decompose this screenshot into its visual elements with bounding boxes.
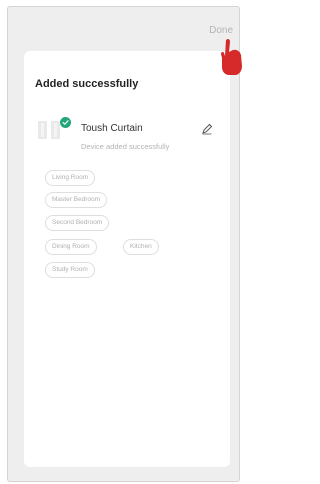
curtain-icon bbox=[38, 121, 60, 139]
phone-frame: Done Added successfully Toush Curtain De… bbox=[0, 0, 244, 484]
room-chip-master-bedroom[interactable]: Master Bedroom bbox=[45, 192, 108, 208]
pencil-icon[interactable] bbox=[199, 121, 215, 137]
app-screen: Done Added successfully Toush Curtain De… bbox=[7, 6, 240, 482]
success-card: Added successfully Toush Curtain Device … bbox=[24, 51, 230, 467]
room-chip-dining-room[interactable]: Dining Room bbox=[45, 239, 97, 255]
room-chip-second-bedroom[interactable]: Second Bedroom bbox=[45, 215, 110, 231]
room-chip-study-room[interactable]: Study Room bbox=[45, 262, 95, 278]
check-icon bbox=[60, 117, 71, 128]
room-chip-living-room[interactable]: Living Room bbox=[45, 170, 96, 186]
pointing-hand-icon bbox=[216, 36, 244, 76]
room-chip-kitchen[interactable]: Kitchen bbox=[123, 239, 159, 255]
card-title: Added successfully bbox=[35, 78, 139, 90]
done-button[interactable]: Done bbox=[209, 25, 233, 36]
device-name: Toush Curtain bbox=[81, 123, 143, 134]
device-status: Device added successfully bbox=[81, 142, 170, 151]
